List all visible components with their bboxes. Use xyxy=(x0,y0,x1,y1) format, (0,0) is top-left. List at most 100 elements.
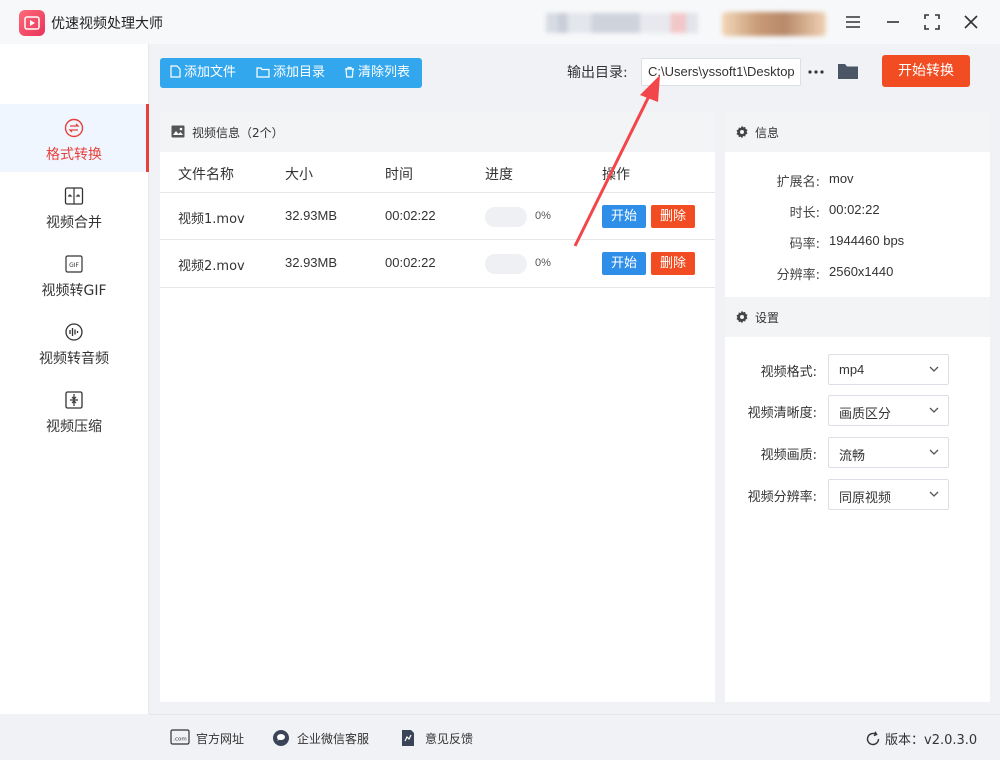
chevron-down-icon xyxy=(929,407,939,413)
gif-icon: GIF xyxy=(64,254,84,274)
column-header-progress: 进度 xyxy=(485,167,513,183)
sidebar-item-merge[interactable]: 视频合并 xyxy=(0,172,148,240)
start-convert-button[interactable]: 开始转换 xyxy=(882,55,970,87)
vip-badge-blurred[interactable] xyxy=(722,12,826,36)
file-actions-group: 添加文件 添加目录 清除列表 xyxy=(160,58,422,88)
info-value-duration: 00:02:22 xyxy=(829,202,880,217)
website-label: 官方网址 xyxy=(196,732,245,746)
add-file-label: 添加文件 xyxy=(184,65,237,80)
settings-panel-header: 设置 xyxy=(725,297,990,337)
sidebar-item-label: 视频转GIF xyxy=(41,283,107,299)
video-panel-title: 视频信息（2个） xyxy=(192,126,284,140)
table-row[interactable]: 视频2.mov 32.93MB 00:02:22 0% 开始 删除 xyxy=(160,240,715,288)
select-value: 流畅 xyxy=(839,448,866,463)
row-start-button[interactable]: 开始 xyxy=(602,205,646,228)
audio-icon xyxy=(64,322,84,342)
info-key-duration: 时长: xyxy=(789,206,820,221)
maximize-icon[interactable] xyxy=(921,11,943,33)
version-label: 版本：v2.0.3.0 xyxy=(885,733,978,748)
clear-list-label: 清除列表 xyxy=(358,65,411,80)
row-delete-button[interactable]: 删除 xyxy=(651,252,695,275)
app-logo xyxy=(19,10,45,36)
svg-text:.com: .com xyxy=(173,737,187,743)
video-resolution-select[interactable]: 同原视频 xyxy=(828,479,949,510)
sidebar-item-compress[interactable]: 视频压缩 xyxy=(0,376,148,444)
info-value-resolution: 2560x1440 xyxy=(829,264,894,279)
right-panel: 信息 扩展名: mov 时长: 00:02:22 码率: 1944460 bps… xyxy=(725,112,990,702)
add-file-button[interactable]: 添加文件 xyxy=(170,58,236,88)
setting-label-resolution: 视频分辨率: xyxy=(747,490,817,505)
clear-list-button[interactable]: 清除列表 xyxy=(344,58,410,88)
wechat-support-label: 企业微信客服 xyxy=(297,732,370,746)
toolbar: 添加文件 添加目录 清除列表 输出目录: C:\Users\yssoft1\De… xyxy=(149,44,1000,102)
image-icon xyxy=(171,125,185,138)
progress-bar xyxy=(485,254,527,274)
gear-icon xyxy=(736,310,748,324)
output-dir-field[interactable]: C:\Users\yssoft1\Desktop xyxy=(641,58,801,86)
more-options-button[interactable] xyxy=(805,60,827,84)
sidebar-item-gif[interactable]: GIF 视频转GIF xyxy=(0,240,148,308)
video-format-select[interactable]: mp4 xyxy=(828,354,949,385)
chevron-down-icon xyxy=(929,491,939,497)
folder-outline-icon xyxy=(256,67,270,78)
video-list-panel: 视频信息（2个） 文件名称 大小 时间 进度 操作 视频1.mov 32.93M… xyxy=(160,112,715,702)
sidebar-item-audio[interactable]: 视频转音频 xyxy=(0,308,148,376)
row-filename: 视频1.mov xyxy=(178,212,245,227)
row-time: 00:02:22 xyxy=(385,255,436,270)
user-info-blurred[interactable] xyxy=(546,13,698,33)
format-convert-icon xyxy=(64,118,84,138)
add-directory-button[interactable]: 添加目录 xyxy=(256,58,325,88)
row-size: 32.93MB xyxy=(285,208,338,223)
open-folder-button[interactable] xyxy=(837,61,859,81)
chat-icon xyxy=(273,730,289,746)
video-panel-header: 视频信息（2个） xyxy=(160,112,715,152)
row-size: 32.93MB xyxy=(285,255,338,270)
sidebar-item-label: 视频转音频 xyxy=(39,351,109,367)
row-time: 00:02:22 xyxy=(385,208,436,223)
merge-icon xyxy=(64,186,84,206)
select-value: mp4 xyxy=(839,362,865,377)
info-key-resolution: 分辨率: xyxy=(776,268,820,283)
feedback-label: 意见反馈 xyxy=(425,732,474,746)
column-header-time: 时间 xyxy=(385,167,413,183)
app-title: 优速视频处理大师 xyxy=(51,16,163,32)
gear-icon xyxy=(736,125,748,139)
video-quality-select[interactable]: 流畅 xyxy=(828,437,949,468)
close-icon[interactable] xyxy=(960,11,982,33)
menu-icon[interactable] xyxy=(842,11,864,33)
progress-percent: 0% xyxy=(535,257,551,269)
file-icon xyxy=(170,65,181,78)
column-header-filename: 文件名称 xyxy=(178,167,234,183)
svg-text:GIF: GIF xyxy=(69,262,79,269)
refresh-icon xyxy=(866,731,880,746)
chevron-down-icon xyxy=(929,366,939,372)
row-filename: 视频2.mov xyxy=(178,259,245,274)
sidebar-item-format-convert[interactable]: 格式转换 xyxy=(0,104,149,172)
more-dots-icon xyxy=(808,70,824,74)
version-info[interactable]: 版本：v2.0.3.0 xyxy=(865,729,977,748)
row-start-button[interactable]: 开始 xyxy=(602,252,646,275)
minimize-icon[interactable] xyxy=(882,11,904,33)
row-delete-button[interactable]: 删除 xyxy=(651,205,695,228)
folder-icon xyxy=(838,64,858,79)
info-key-extension: 扩展名: xyxy=(776,175,820,190)
chevron-down-icon xyxy=(929,449,939,455)
video-clarity-select[interactable]: 画质区分 xyxy=(828,395,949,426)
info-panel-title: 信息 xyxy=(755,126,780,140)
setting-label-clarity: 视频清晰度: xyxy=(747,406,817,421)
website-icon: .com xyxy=(170,729,190,745)
sidebar-item-label: 视频压缩 xyxy=(46,419,102,435)
sidebar-item-label: 格式转换 xyxy=(46,147,102,163)
progress-percent: 0% xyxy=(535,210,551,222)
setting-label-format: 视频格式: xyxy=(760,365,817,380)
output-dir-label: 输出目录: xyxy=(567,65,628,81)
sidebar-item-label: 视频合并 xyxy=(46,215,102,231)
table-row[interactable]: 视频1.mov 32.93MB 00:02:22 0% 开始 删除 xyxy=(160,192,715,240)
footer: .com 官方网址 企业微信客服 意见反馈 版本：v2.0.3.0 xyxy=(149,714,1000,760)
setting-label-quality: 视频画质: xyxy=(760,448,817,463)
column-header-actions: 操作 xyxy=(602,167,630,183)
sidebar: 格式转换 视频合并 GIF 视频转GIF 视频转音频 视频压缩 xyxy=(0,44,149,714)
info-panel-header: 信息 xyxy=(725,112,990,152)
column-header-size: 大小 xyxy=(285,167,313,183)
select-value: 同原视频 xyxy=(839,490,892,505)
